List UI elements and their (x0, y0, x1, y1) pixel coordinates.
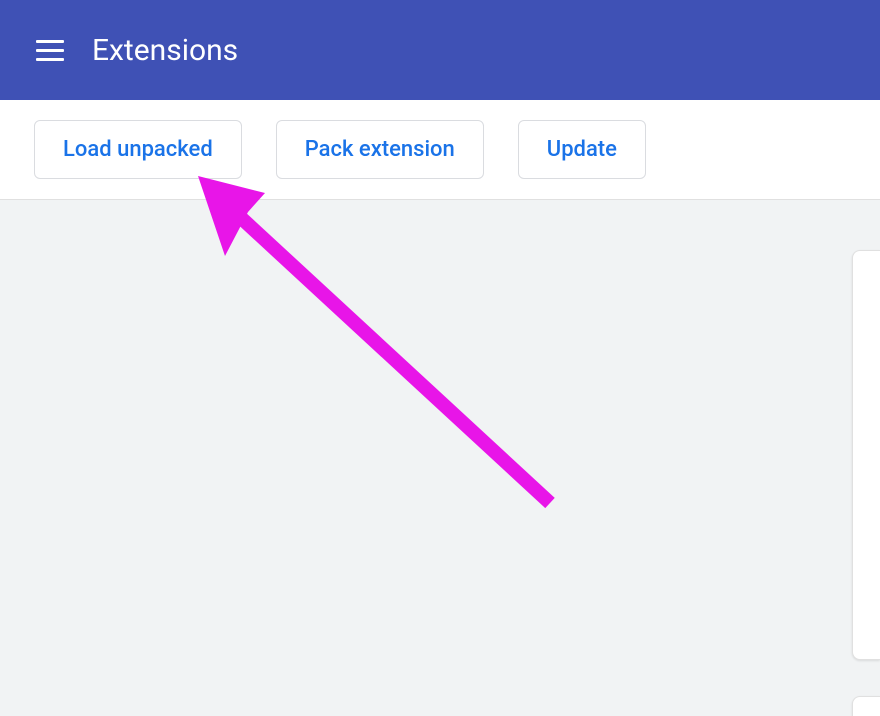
page-title: Extensions (92, 33, 238, 68)
load-unpacked-button[interactable]: Load unpacked (34, 120, 242, 179)
update-button[interactable]: Update (518, 120, 646, 179)
menu-bar (36, 40, 64, 43)
menu-bar (36, 58, 64, 61)
toolbar: Load unpacked Pack extension Update (0, 100, 880, 200)
pack-extension-button[interactable]: Pack extension (276, 120, 484, 179)
extension-card-partial (852, 250, 880, 660)
menu-icon[interactable] (36, 40, 64, 61)
content-area (0, 200, 880, 716)
extension-card-partial (852, 696, 880, 716)
header-bar: Extensions (0, 0, 880, 100)
menu-bar (36, 49, 64, 52)
